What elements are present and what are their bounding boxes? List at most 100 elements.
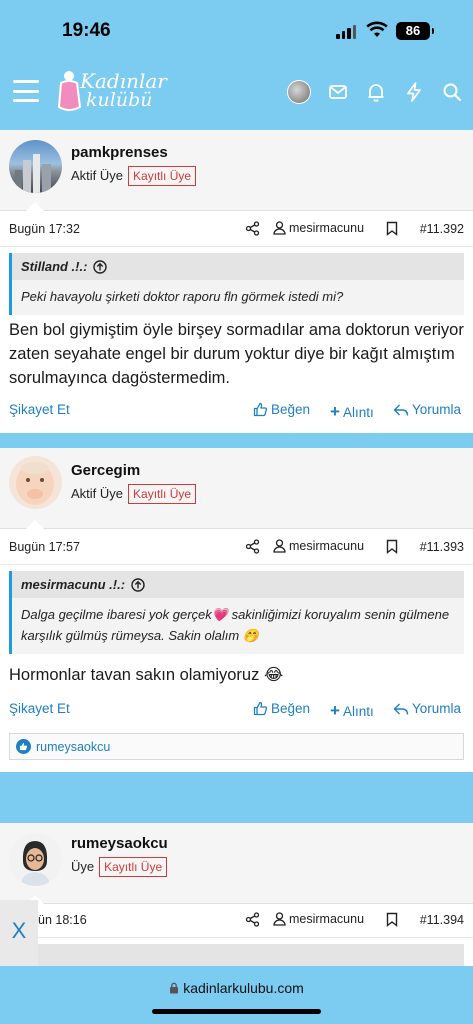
- like-label: Beğen: [271, 402, 311, 417]
- baby-photo-icon: [16, 462, 54, 505]
- menu-icon[interactable]: [13, 80, 39, 102]
- post-number[interactable]: #11.392: [420, 222, 464, 236]
- reactions-bar[interactable]: rumeysaokcu: [9, 733, 464, 760]
- post-author-link[interactable]: mesirmacunu: [273, 539, 364, 553]
- hand-over-mouth-emoji: 🤭: [242, 628, 259, 643]
- bookmark-icon[interactable]: [386, 912, 398, 927]
- home-indicator[interactable]: [152, 1009, 321, 1014]
- quote-label: Alıntı: [342, 404, 374, 420]
- post-meta: Bugün 17:32 mesirmacunu #11.392: [0, 213, 473, 245]
- wifi-icon: [366, 21, 388, 37]
- close-button[interactable]: X: [0, 900, 38, 966]
- user-badge: Kayıtlı Üye: [128, 166, 197, 186]
- signal-icon: [336, 25, 356, 39]
- post-date[interactable]: Bugün 17:32: [9, 222, 80, 236]
- quote-text-part: Dalga geçilme ibaresi yok gerçek: [21, 607, 212, 622]
- report-label: Şikayet Et: [9, 701, 70, 716]
- username[interactable]: rumeysaokcu: [71, 835, 168, 852]
- quote-author: Stilland .!.:: [21, 259, 88, 274]
- bell-icon[interactable]: [365, 81, 387, 103]
- user-badge: Kayıtlı Üye: [128, 484, 197, 504]
- post-date[interactable]: Bugün 17:57: [9, 540, 80, 554]
- memoji-avatar-icon: [21, 841, 50, 886]
- quote-button[interactable]: + Alıntı: [330, 402, 374, 422]
- post-author-link[interactable]: mesirmacunu: [273, 221, 364, 235]
- divider: [0, 246, 473, 247]
- user-title: Aktif Üye Kayıtlı Üye: [71, 166, 197, 186]
- avatar[interactable]: [9, 140, 62, 193]
- post-author: mesirmacunu: [289, 221, 365, 235]
- username[interactable]: pamkprenses: [71, 144, 168, 161]
- reply-label: Yorumla: [412, 402, 462, 417]
- reaction-user[interactable]: rumeysaokcu: [36, 740, 110, 754]
- quote-header[interactable]: [12, 944, 464, 966]
- like-button[interactable]: Beğen: [253, 402, 310, 417]
- username[interactable]: Gercegim: [71, 462, 140, 479]
- post-number[interactable]: #11.393: [420, 540, 464, 554]
- city-photo-icon: [15, 154, 51, 193]
- post-text: Ben bol giymiştim öyle birşey sormadılar…: [9, 321, 464, 387]
- thumbs-up-icon: [253, 701, 268, 716]
- site-logo[interactable]: Kadınlar kulübü: [56, 67, 167, 115]
- lock-icon: [170, 982, 179, 994]
- post-header-tail: [26, 202, 44, 211]
- plus-icon: +: [330, 402, 340, 421]
- quote-text: Dalga geçilme ibaresi yok gerçek💗 sakinl…: [12, 598, 464, 654]
- divider: [0, 564, 473, 565]
- post-author: mesirmacunu: [289, 539, 365, 553]
- share-icon[interactable]: [245, 539, 260, 554]
- browser-address-bar: kadinlarkulubu.com: [0, 966, 473, 1024]
- heart-emoji: 💗: [211, 607, 228, 622]
- quote-header[interactable]: mesirmacunu .!.:: [12, 571, 464, 598]
- avatar[interactable]: [9, 456, 62, 509]
- arrow-up-circle-icon[interactable]: [93, 259, 108, 274]
- reply-label: Yorumla: [412, 701, 462, 716]
- battery-icon: 86: [396, 22, 434, 40]
- quote-button[interactable]: + Alıntı: [330, 701, 374, 721]
- logo-text-line2: kulübü: [86, 89, 153, 111]
- address-field[interactable]: kadinlarkulubu.com: [0, 980, 473, 996]
- report-button[interactable]: Şikayet Et: [9, 402, 70, 417]
- user-badge: Kayıtlı Üye: [99, 857, 168, 877]
- user-title: Aktif Üye Kayıtlı Üye: [71, 484, 197, 504]
- post-actions: Şikayet Et Beğen + Alıntı Yorumla: [0, 400, 473, 422]
- like-reaction-icon: [16, 739, 31, 754]
- post-header: pamkprenses Aktif Üye Kayıtlı Üye: [0, 130, 473, 211]
- arrow-up-circle-icon[interactable]: [131, 577, 145, 592]
- url-text: kadinlarkulubu.com: [183, 980, 304, 996]
- reply-button[interactable]: Yorumla: [393, 701, 461, 716]
- logo-figure-icon: [57, 71, 82, 111]
- report-button[interactable]: Şikayet Et: [9, 701, 70, 716]
- bolt-icon[interactable]: [403, 81, 425, 103]
- laughing-emoji: 😂: [263, 666, 284, 684]
- post-header: rumeysaokcu Üye Kayıtlı Üye: [0, 823, 473, 904]
- user-title: Üye Kayıtlı Üye: [71, 857, 168, 877]
- post-header-tail: [26, 520, 44, 529]
- search-icon[interactable]: [441, 81, 463, 103]
- quote-block: Stilland .!.: Peki havayolu şirketi dokt…: [9, 253, 464, 315]
- reply-icon: [393, 404, 409, 416]
- mail-icon[interactable]: [327, 81, 349, 103]
- post-author-link[interactable]: mesirmacunu: [273, 912, 364, 926]
- share-icon[interactable]: [245, 912, 260, 927]
- post-date[interactable]: ün 18:16: [38, 913, 87, 927]
- reply-button[interactable]: Yorumla: [393, 402, 461, 417]
- user-role: Aktif Üye: [71, 486, 124, 501]
- post-meta: ün 18:16 mesirmacunu #11.394: [0, 904, 473, 936]
- bookmark-icon[interactable]: [386, 539, 398, 554]
- thumbs-up-icon: [253, 402, 268, 417]
- like-label: Beğen: [271, 701, 311, 716]
- like-button[interactable]: Beğen: [253, 701, 310, 716]
- post-number[interactable]: #11.394: [420, 913, 464, 927]
- divider: [0, 937, 473, 938]
- user-avatar[interactable]: [287, 80, 311, 104]
- user-role: Aktif Üye: [71, 168, 124, 183]
- share-icon[interactable]: [245, 221, 260, 236]
- user-role: Üye: [71, 859, 95, 874]
- post-text: Hormonlar tavan sakın olamiyoruz 😂: [9, 663, 464, 687]
- bookmark-icon[interactable]: [386, 221, 398, 236]
- status-time: 19:46: [62, 20, 111, 41]
- quote-header[interactable]: Stilland .!.:: [12, 253, 464, 280]
- avatar[interactable]: [9, 833, 62, 886]
- quote-author: mesirmacunu .!.:: [21, 577, 126, 592]
